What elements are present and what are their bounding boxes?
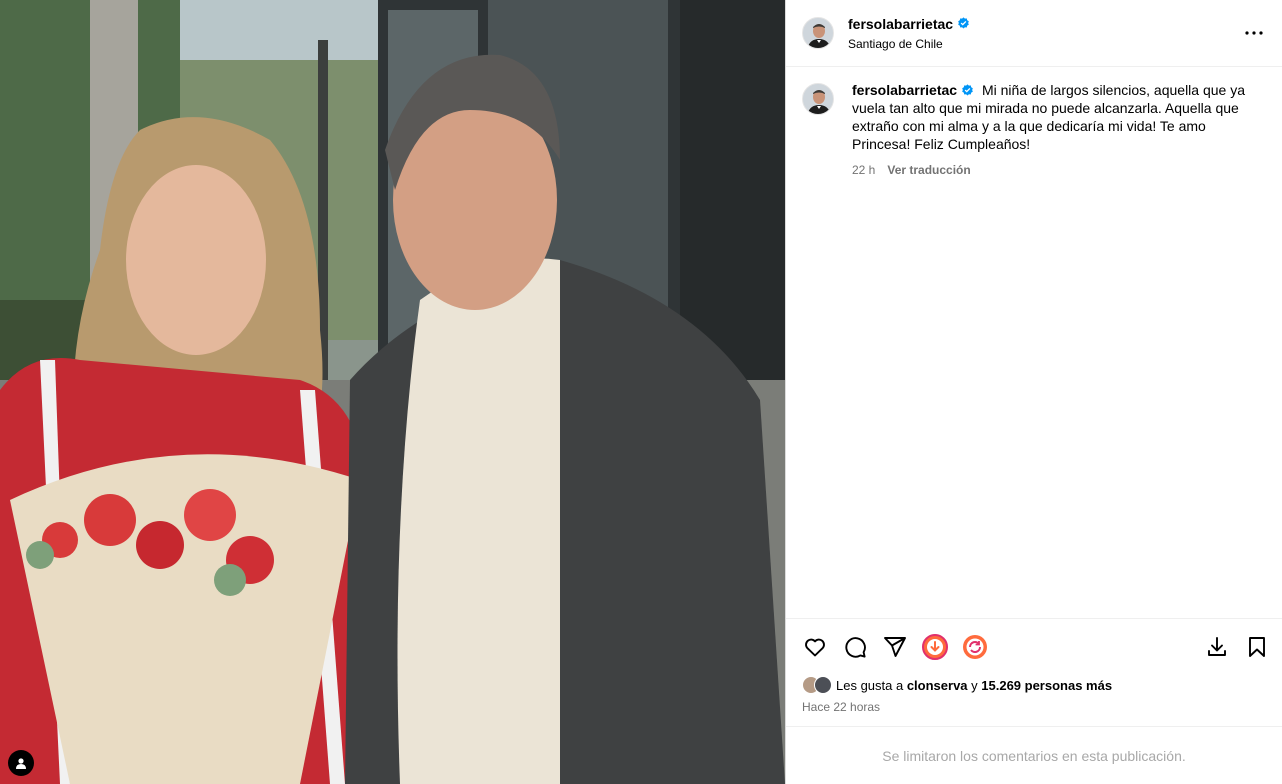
post-location[interactable]: Santiago de Chile	[848, 37, 1242, 51]
likes-connector: y	[967, 677, 982, 693]
verified-badge-icon	[958, 17, 969, 29]
instagram-post-view: fersolabarrietac Santiago de Chile ferso…	[0, 0, 1282, 784]
post-header: fersolabarrietac Santiago de Chile	[786, 0, 1282, 67]
heart-icon[interactable]	[802, 634, 828, 660]
caption-author-avatar[interactable]	[802, 83, 834, 115]
likes-count[interactable]: 15.269 personas más	[981, 678, 1112, 693]
bookmark-icon[interactable]	[1244, 634, 1270, 660]
caption-username-text[interactable]: fersolabarrietac	[852, 81, 957, 99]
caption-body: fersolabarrietac Mi niña de largos silen…	[852, 81, 1266, 179]
tagged-users-icon[interactable]	[8, 750, 34, 776]
comments-limited-notice: Se limitaron los comentarios en esta pub…	[786, 726, 1282, 784]
refresh-extension-icon[interactable]	[962, 634, 988, 660]
caption-username[interactable]: fersolabarrietac	[852, 81, 974, 99]
see-translation-button[interactable]: Ver traducción	[887, 161, 970, 179]
liker-avatar[interactable]	[814, 676, 832, 694]
author-avatar[interactable]	[802, 17, 834, 49]
verified-badge-icon	[962, 83, 973, 95]
post-photo[interactable]	[0, 0, 785, 784]
download-extension-icon[interactable]	[922, 633, 948, 660]
caption-section: fersolabarrietac Mi niña de largos silen…	[786, 67, 1282, 618]
post-actions-bar	[786, 618, 1282, 674]
post-timestamp[interactable]: Hace 22 horas	[786, 696, 1282, 720]
share-icon[interactable]	[882, 634, 908, 660]
likes-text: Les gusta a clonserva y 15.269 personas …	[836, 678, 1112, 693]
author-username[interactable]: fersolabarrietac	[848, 16, 970, 32]
liker-username[interactable]: clonserva	[907, 678, 968, 693]
post-side-panel: fersolabarrietac Santiago de Chile ferso…	[785, 0, 1282, 784]
author-username-text[interactable]: fersolabarrietac	[848, 16, 953, 32]
caption-age[interactable]: 22 h	[852, 161, 875, 179]
likes-prefix: Les gusta a	[836, 677, 907, 693]
download-icon[interactable]	[1204, 634, 1230, 660]
likes-summary: Les gusta a clonserva y 15.269 personas …	[786, 674, 1282, 696]
comment-icon[interactable]	[842, 634, 868, 660]
caption-footer: 22 h Ver traducción	[852, 161, 1266, 179]
caption: fersolabarrietac Mi niña de largos silen…	[802, 81, 1266, 179]
photo-scene	[0, 0, 785, 784]
more-horizontal-icon[interactable]	[1242, 21, 1266, 45]
